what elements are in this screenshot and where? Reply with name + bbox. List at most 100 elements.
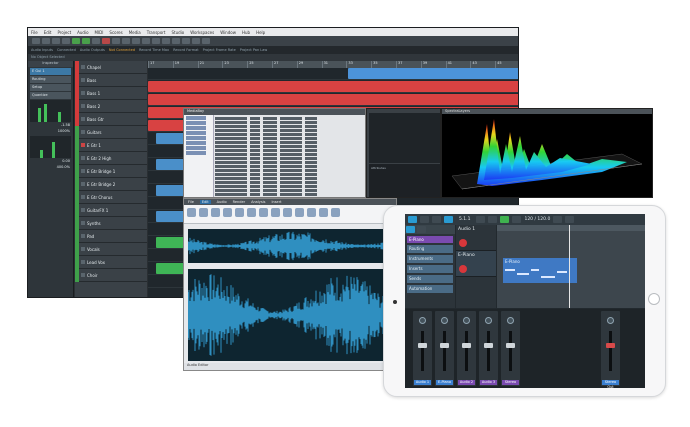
record-enable-button[interactable] [81,260,85,264]
file-row[interactable] [215,137,365,141]
quantize-select[interactable] [202,38,210,44]
object-select-tool[interactable] [112,38,120,44]
category-routing[interactable]: Routing [407,245,453,253]
tab-insert[interactable]: Insert [271,200,281,204]
tab-audio[interactable]: Audio [217,200,227,204]
pan-knob[interactable] [441,317,448,324]
file-row[interactable] [215,165,365,169]
folder-tree[interactable] [184,115,214,197]
ipad-ruler[interactable] [497,225,645,231]
mixer-channel[interactable]: Stereo [501,311,520,386]
tab-file[interactable]: File [188,200,194,204]
fader-cap[interactable] [484,343,493,348]
file-row[interactable] [215,185,365,189]
track-header[interactable]: Bass 1 [75,86,147,100]
track-header[interactable]: Bass Gtr [75,112,147,126]
split-tool[interactable] [132,38,140,44]
mute-tool[interactable] [172,38,180,44]
folder-icon[interactable] [186,146,206,150]
mixer-channel[interactable]: Audio 1 [413,311,432,386]
record-button[interactable] [102,38,110,44]
gain-icon[interactable] [283,208,292,217]
pan-knob[interactable] [419,317,426,324]
mixer-channel[interactable]: Audio 2 [457,311,476,386]
audio-event[interactable] [148,94,518,105]
glue-tool[interactable] [142,38,150,44]
mixer-channel[interactable]: Audio 3 [479,311,498,386]
track-e-piano[interactable]: E-Piano [456,251,496,277]
folder-icon[interactable] [186,141,206,145]
zoom-icon[interactable] [331,208,340,217]
fade-out-icon[interactable] [259,208,268,217]
cut-icon[interactable] [187,208,196,217]
track-header[interactable]: Guitars [75,125,147,139]
undo-button[interactable] [42,38,50,44]
file-row[interactable] [215,149,365,153]
track-header[interactable]: E Gtr Chorus [75,190,147,204]
trim-icon[interactable] [223,208,232,217]
mute-icon[interactable] [235,208,244,217]
volume-fader[interactable] [421,331,424,371]
track-header[interactable]: E Gtr 1 [75,138,147,152]
volume-fader[interactable] [509,331,512,371]
record-enable-button[interactable] [81,91,85,95]
audio-event[interactable] [156,263,186,274]
track-header[interactable]: Choir [75,268,147,282]
fader-cap[interactable] [440,343,449,348]
track-header[interactable]: GuitarFX 1 [75,203,147,217]
save-icon[interactable] [420,216,429,223]
audio-event[interactable] [348,68,518,79]
record-enable-button[interactable] [81,169,85,173]
track-header[interactable]: Chapel [75,60,147,74]
ipad-arrangement[interactable]: E-Piano [497,225,645,308]
3d-spectrum-graph[interactable] [442,114,653,198]
edit-icon[interactable] [444,216,453,223]
record-enable-button[interactable] [81,195,85,199]
stop-button[interactable] [92,38,100,44]
undo-icon[interactable] [432,216,441,223]
file-list[interactable] [215,117,365,197]
menu-item-help[interactable]: Help [256,30,265,35]
record-arm-icon[interactable] [459,239,467,247]
erase-tool[interactable] [152,38,160,44]
tempo-display[interactable]: 120 / 120.0 [524,217,550,222]
file-row[interactable] [215,169,365,173]
record-enable-button[interactable] [81,208,85,212]
inspector-routing[interactable]: Routing [30,76,71,83]
metronome-icon[interactable] [553,216,563,223]
category-automation[interactable]: Automation [407,285,453,293]
track-header[interactable]: Synths [75,216,147,230]
audio-event[interactable] [156,159,186,170]
normalize-icon[interactable] [271,208,280,217]
preview-list[interactable] [369,113,440,163]
settings-icon[interactable] [565,216,575,223]
menu-item-media[interactable]: Media [129,30,141,35]
volume-fader[interactable] [465,331,468,371]
menu-item-window[interactable]: Window [220,30,236,35]
menu-icon[interactable] [408,216,417,223]
fader-cap[interactable] [418,343,427,348]
volume-fader[interactable] [443,331,446,371]
folder-icon[interactable] [186,136,206,140]
waveform-overview[interactable] [188,229,394,263]
inspector-quantize[interactable]: Quantize [30,92,71,99]
loop-icon[interactable] [307,208,316,217]
volume-fader[interactable] [487,331,490,371]
tab-edit[interactable]: Edit [199,200,211,204]
pan-knob[interactable] [507,317,514,324]
fader-cap[interactable] [462,343,471,348]
record-enable-button[interactable] [81,65,85,69]
track-header[interactable]: E Gtr 2 High [75,151,147,165]
fade-in-icon[interactable] [247,208,256,217]
file-row[interactable] [215,193,365,197]
file-row[interactable] [215,133,365,137]
file-row[interactable] [215,173,365,177]
folder-icon[interactable] [186,116,206,120]
track-header[interactable]: Pad [75,229,147,243]
volume-fader[interactable] [609,331,612,371]
file-row[interactable] [215,161,365,165]
folder-icon[interactable] [186,126,206,130]
record-enable-button[interactable] [81,247,85,251]
timeline-ruler[interactable]: 17 19 21 23 25 27 29 31 33 35 37 39 41 43 45 [148,61,518,68]
pan-knob[interactable] [607,317,614,324]
